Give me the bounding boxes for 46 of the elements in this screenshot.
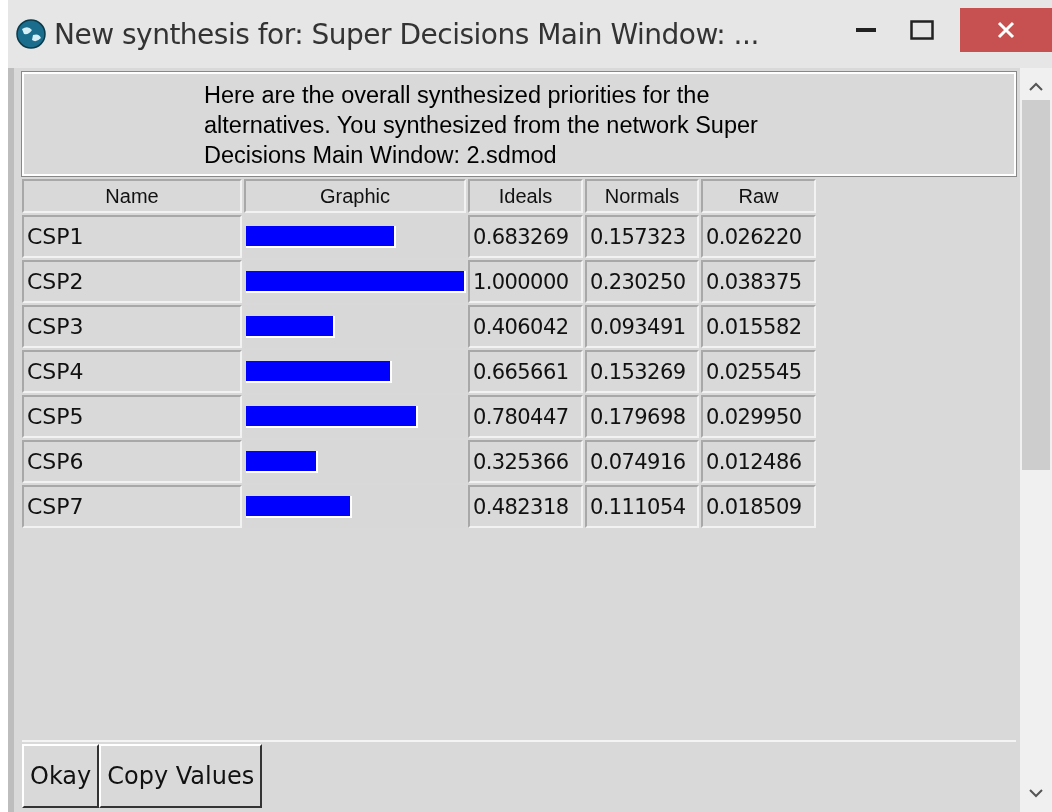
table-cell: CSP3 (22, 305, 242, 348)
table-cell: 0.153269 (585, 350, 699, 393)
table-cell: 0.012486 (701, 440, 816, 483)
table-cell: 0.179698 (585, 395, 699, 438)
minimize-icon (856, 28, 876, 32)
action-button[interactable]: Copy Values (99, 744, 263, 808)
table-cell: 0.026220 (701, 215, 816, 258)
column-header: Normals (585, 179, 699, 213)
table-cell: 0.665661 (468, 350, 583, 393)
maximize-icon (910, 20, 934, 40)
close-icon (996, 20, 1016, 40)
window-title: New synthesis for: Super Decisions Main Window: ... (54, 17, 760, 51)
table-cell: 0.015582 (701, 305, 816, 348)
message-text: Here are the overall synthesized priorities for the alternatives. You synthesized from the network Super Decisions Main Window: 2.sdmod (204, 81, 759, 170)
table-cell: 0.029950 (701, 395, 816, 438)
scrollbar[interactable] (1020, 68, 1052, 812)
table-cell: 0.683269 (468, 215, 583, 258)
table-cell: 0.482318 (468, 485, 583, 528)
table-cell: 0.406042 (468, 305, 583, 348)
table-cell: CSP7 (22, 485, 242, 528)
table-cell: CSP5 (22, 395, 242, 438)
table-cell: 0.325366 (468, 440, 583, 483)
table-cell: 0.074916 (585, 440, 699, 483)
scroll-up-icon[interactable] (1028, 82, 1044, 92)
table-cell: CSP1 (22, 215, 242, 258)
scroll-thumb[interactable] (1022, 100, 1050, 470)
table-cell: 0.111054 (585, 485, 699, 528)
table-cell: 0.157323 (585, 215, 699, 258)
table-cell: 0.093491 (585, 305, 699, 348)
column-header: Ideals (468, 179, 583, 213)
close-button[interactable] (960, 8, 1052, 52)
scroll-down-icon[interactable] (1028, 788, 1044, 798)
table-cell: CSP6 (22, 440, 242, 483)
table-cell: CSP2 (22, 260, 242, 303)
table-cell: CSP4 (22, 350, 242, 393)
column-header: Raw (701, 179, 816, 213)
table-cell: 0.038375 (701, 260, 816, 303)
table-cell: 0.780447 (468, 395, 583, 438)
table-cell: 0.018509 (701, 485, 816, 528)
column-header: Graphic (244, 179, 466, 213)
globe-icon (16, 19, 46, 49)
table-cell: 0.230250 (585, 260, 699, 303)
table-cell: 0.025545 (701, 350, 816, 393)
column-header: Name (22, 179, 242, 213)
action-button[interactable]: Okay (22, 744, 100, 808)
table-cell: 1.000000 (468, 260, 583, 303)
